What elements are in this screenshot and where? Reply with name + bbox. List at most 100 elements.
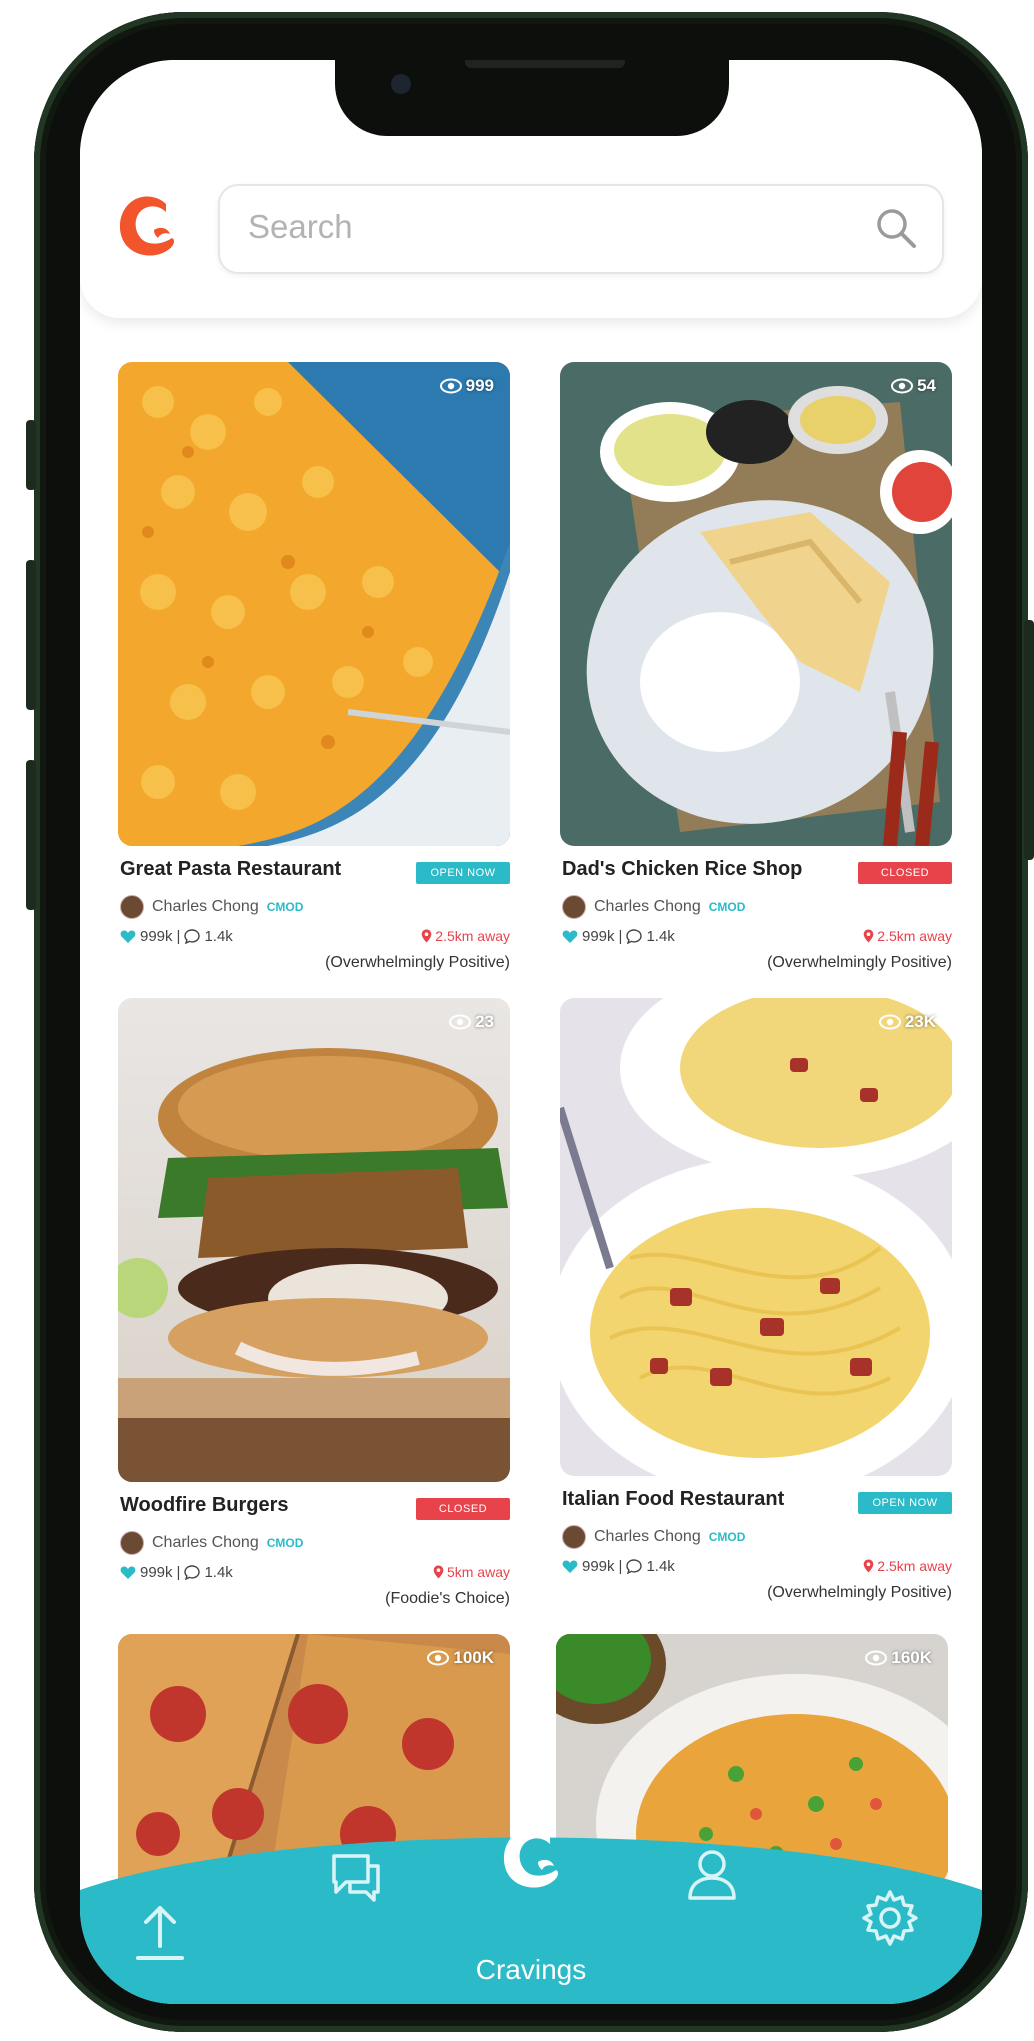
food-image <box>118 362 510 846</box>
distance: 5km away <box>433 1564 510 1580</box>
profile-icon[interactable] <box>684 1846 740 1904</box>
author-name[interactable]: Charles Chong <box>152 898 259 916</box>
distance: 2.5km away <box>863 1558 952 1574</box>
bottom-navigation: Cravings <box>80 1810 982 2004</box>
mod-badge: CMOD <box>709 900 746 914</box>
restaurant-name[interactable]: Italian Food Restaurant <box>562 1488 784 1511</box>
mod-badge: CMOD <box>267 900 304 914</box>
comment-count: 1.4k <box>646 1558 675 1575</box>
location-pin-icon <box>421 929 432 943</box>
eye-icon <box>865 1650 888 1666</box>
comment-icon[interactable] <box>626 1559 643 1574</box>
view-count-value: 54 <box>917 376 936 395</box>
distance: 2.5km away <box>863 928 952 944</box>
eye-icon <box>449 1014 472 1030</box>
view-count: 23K <box>878 1012 936 1032</box>
restaurant-name[interactable]: Great Pasta Restaurant <box>120 858 341 881</box>
restaurant-card[interactable]: 54 Dad's Chicken Rice Shop CLOSED Charle… <box>560 362 952 972</box>
view-count-value: 23K <box>904 1012 936 1031</box>
power-button <box>1024 620 1034 860</box>
volume-up-button <box>26 560 36 710</box>
volume-down-button <box>26 760 36 910</box>
search-placeholder[interactable]: Search <box>248 208 353 246</box>
chat-icon[interactable] <box>328 1850 384 1904</box>
status-badge: CLOSED <box>858 862 952 884</box>
search-icon[interactable] <box>872 204 920 252</box>
distance-value: 2.5km away <box>877 928 952 944</box>
status-badge: OPEN NOW <box>858 1492 952 1514</box>
engagement-stats: 999k | 1.4k <box>562 1558 675 1575</box>
heart-icon[interactable] <box>562 930 578 944</box>
distance-value: 2.5km away <box>877 1558 952 1574</box>
eye-icon <box>439 378 462 394</box>
avatar[interactable] <box>120 1531 144 1555</box>
engagement-stats: 999k | 1.4k <box>120 1564 233 1581</box>
heart-icon[interactable] <box>562 1560 578 1574</box>
comment-count: 1.4k <box>646 928 675 945</box>
restaurant-card[interactable]: 999 Great Pasta Restaurant OPEN NOW Char… <box>118 362 510 972</box>
cravings-logo-icon[interactable] <box>496 1822 566 1892</box>
view-count-value: 160K <box>891 1648 932 1667</box>
heart-icon[interactable] <box>120 930 136 944</box>
comment-icon[interactable] <box>184 1565 201 1580</box>
status-badge: CLOSED <box>416 1498 510 1520</box>
settings-icon[interactable] <box>860 1888 920 1948</box>
mod-label: MOD <box>275 1536 304 1550</box>
avatar[interactable] <box>562 1525 586 1549</box>
author-name[interactable]: Charles Chong <box>594 1528 701 1546</box>
food-image <box>118 998 510 1482</box>
comment-icon[interactable] <box>184 929 201 944</box>
restaurant-name[interactable]: Dad's Chicken Rice Shop <box>562 858 802 881</box>
separator: | <box>176 928 181 945</box>
view-count: 999 <box>439 376 494 396</box>
restaurant-photo[interactable]: 23K <box>560 998 952 1476</box>
rating-text: (Overwhelmingly Positive) <box>767 954 952 971</box>
separator: | <box>618 1558 623 1575</box>
separator: | <box>618 928 623 945</box>
author-name[interactable]: Charles Chong <box>152 1534 259 1552</box>
eye-icon <box>427 1650 450 1666</box>
like-count: 999k <box>140 1564 173 1581</box>
author-name[interactable]: Charles Chong <box>594 898 701 916</box>
comment-count: 1.4k <box>204 1564 233 1581</box>
status-badge: OPEN NOW <box>416 862 510 884</box>
like-count: 999k <box>140 928 173 945</box>
mod-label: MOD <box>717 900 746 914</box>
distance-value: 5km away <box>446 1564 510 1580</box>
nav-label-cravings[interactable]: Cravings <box>80 1954 982 1986</box>
avatar[interactable] <box>120 895 144 919</box>
app-screen: Search 999 Great Pasta Restaurant OPEN N… <box>80 60 982 2004</box>
mod-label: MOD <box>717 1530 746 1544</box>
view-count: 23 <box>449 1012 494 1032</box>
mod-label: MOD <box>275 900 304 914</box>
restaurant-card[interactable]: 23K Italian Food Restaurant OPEN NOW Cha… <box>560 998 952 1602</box>
avatar[interactable] <box>562 895 586 919</box>
location-pin-icon <box>433 1565 444 1579</box>
cravings-logo-icon[interactable] <box>114 190 180 260</box>
location-pin-icon <box>863 1559 874 1573</box>
comment-icon[interactable] <box>626 929 643 944</box>
like-count: 999k <box>582 1558 615 1575</box>
mod-badge: CMOD <box>709 1530 746 1544</box>
view-count: 160K <box>865 1648 932 1668</box>
restaurant-photo[interactable]: 23 <box>118 998 510 1482</box>
view-count: 54 <box>891 376 936 396</box>
front-camera <box>391 74 411 94</box>
engagement-stats: 999k | 1.4k <box>120 928 233 945</box>
food-image <box>560 362 952 846</box>
location-pin-icon <box>863 929 874 943</box>
mute-switch <box>26 420 36 490</box>
distance: 2.5km away <box>421 928 510 944</box>
heart-icon[interactable] <box>120 1566 136 1580</box>
restaurant-name[interactable]: Woodfire Burgers <box>120 1494 289 1517</box>
comment-count: 1.4k <box>204 928 233 945</box>
view-count-value: 23 <box>475 1012 494 1031</box>
rating-text: (Overwhelmingly Positive) <box>325 954 510 971</box>
restaurant-photo[interactable]: 54 <box>560 362 952 846</box>
engagement-stats: 999k | 1.4k <box>562 928 675 945</box>
view-count-value: 100K <box>453 1648 494 1667</box>
restaurant-card[interactable]: 23 Woodfire Burgers CLOSED Charles Chong… <box>118 998 510 1608</box>
notch <box>335 60 729 136</box>
search-bar[interactable]: Search <box>218 184 944 274</box>
restaurant-photo[interactable]: 999 <box>118 362 510 846</box>
